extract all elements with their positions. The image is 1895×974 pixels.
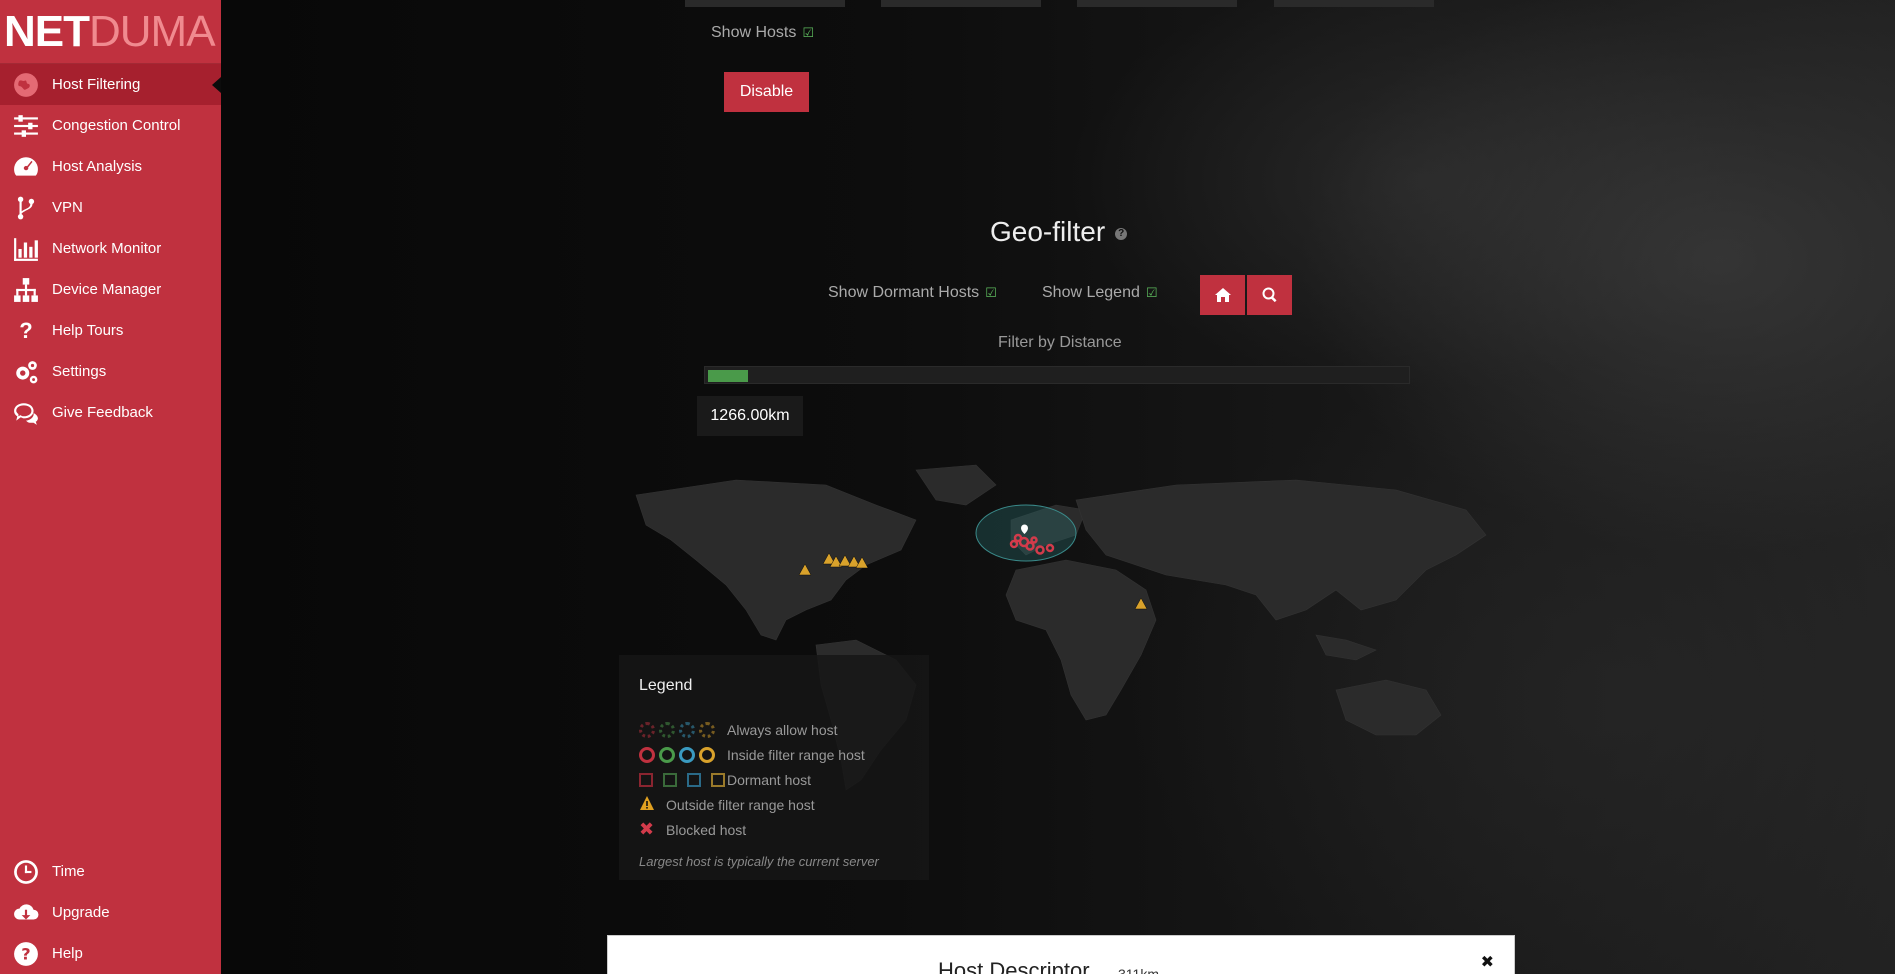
sidebar-item-congestion-control[interactable]: Congestion Control	[0, 105, 221, 146]
tab-stub	[1274, 0, 1434, 7]
legend-row: Always allow host	[639, 717, 929, 742]
show-hosts-toggle[interactable]: Show Hosts ☑	[711, 24, 814, 42]
warning-icon	[639, 795, 666, 814]
tab-stub	[1077, 0, 1237, 7]
sidebar-item-label: Host Analysis	[52, 158, 143, 175]
help-icon[interactable]: ?	[1115, 227, 1128, 240]
netduma-logo: NET DUMA	[0, 0, 221, 64]
inside-range-symbols	[639, 746, 727, 763]
close-icon[interactable]: ✖	[1481, 952, 1494, 972]
legend-row: Outside filter range host	[639, 792, 929, 817]
sidebar-nav: Host Filtering Congestion Control Host A…	[0, 64, 221, 433]
tab-stub	[881, 0, 1041, 7]
tab-stub	[685, 0, 845, 7]
show-legend-toggle[interactable]: Show Legend ☑	[1042, 284, 1158, 302]
north-america-shape	[635, 479, 917, 641]
gauge-icon	[12, 153, 40, 181]
blocked-x-icon: ✖	[639, 819, 655, 840]
sidebar-item-host-filtering[interactable]: Host Filtering	[0, 64, 221, 105]
host-descriptor-panel: Host Descriptor 311km ✖	[607, 935, 1515, 974]
distance-slider-fill[interactable]	[708, 370, 748, 382]
legend-note: Largest host is typically the current se…	[639, 854, 879, 869]
page-title: Geo-filter?	[990, 216, 1128, 248]
check-icon: ☑	[802, 26, 815, 41]
sitemap-icon	[12, 276, 40, 304]
filter-by-distance-label: Filter by Distance	[998, 334, 1122, 351]
question-circle-icon: ?	[12, 940, 40, 968]
svg-text:?: ?	[21, 944, 30, 963]
home-icon	[1214, 288, 1231, 302]
globe-icon	[12, 71, 40, 99]
sidebar-item-device-manager[interactable]: Device Manager	[0, 269, 221, 310]
sidebar: NET DUMA Host Filtering Congestion Contro…	[0, 0, 221, 974]
home-button[interactable]	[1200, 275, 1245, 315]
distance-slider[interactable]	[704, 366, 1410, 384]
sidebar-item-vpn[interactable]: VPN	[0, 187, 221, 228]
sidebar-item-label: Upgrade	[52, 904, 110, 921]
sidebar-item-give-feedback[interactable]: Give Feedback	[0, 392, 221, 433]
search-button[interactable]	[1247, 275, 1292, 315]
clock-icon	[12, 858, 40, 886]
australia-shape	[1335, 679, 1442, 736]
dormant-symbols	[639, 772, 727, 787]
sidebar-item-help[interactable]: ? Help	[0, 933, 221, 974]
comments-icon	[12, 399, 40, 427]
show-dormant-hosts-toggle[interactable]: Show Dormant Hosts ☑	[828, 284, 997, 302]
legend-row: Inside filter range host	[639, 742, 929, 767]
gears-icon	[12, 358, 40, 386]
filter-range-circle	[975, 504, 1077, 562]
sidebar-item-host-analysis[interactable]: Host Analysis	[0, 146, 221, 187]
sidebar-item-label: Network Monitor	[52, 240, 162, 257]
sidebar-item-label: Settings	[52, 363, 107, 380]
cloud-download-icon	[12, 899, 40, 927]
sidebar-item-label: VPN	[52, 199, 83, 216]
disable-button[interactable]: Disable	[724, 72, 809, 112]
indonesia-shape	[1315, 634, 1377, 661]
sidebar-item-time[interactable]: Time	[0, 851, 221, 892]
greenland-shape	[915, 464, 997, 506]
distance-value: 1266.00km	[697, 396, 803, 436]
question-icon: ?	[19, 317, 33, 343]
sidebar-item-label: Host Filtering	[52, 76, 141, 93]
sidebar-item-label: Help Tours	[52, 322, 124, 339]
bar-chart-icon	[12, 235, 40, 263]
main-content: Show Hosts ☑ Disable Geo-filter? Show Dor…	[221, 0, 1895, 974]
search-icon	[1262, 287, 1277, 303]
sidebar-item-label: Time	[52, 863, 85, 880]
legend-row: ✖ Blocked host	[639, 819, 747, 840]
sidebar-item-label: Give Feedback	[52, 404, 153, 421]
sidebar-item-upgrade[interactable]: Upgrade	[0, 892, 221, 933]
africa-shape	[1005, 559, 1157, 721]
check-icon: ☑	[985, 286, 997, 301]
sidebar-item-help-tours[interactable]: ? Help Tours	[0, 310, 221, 351]
sidebar-item-network-monitor[interactable]: Network Monitor	[0, 228, 221, 269]
always-allow-symbols	[639, 721, 727, 738]
check-icon: ☑	[1145, 286, 1158, 301]
sidebar-bottom-nav: Time Upgrade ? Help	[0, 851, 221, 974]
sidebar-item-settings[interactable]: Settings	[0, 351, 221, 392]
map-legend: Legend Always allow host Inside filter r…	[619, 655, 929, 880]
sliders-icon	[12, 112, 40, 140]
legend-row: Dormant host	[639, 767, 929, 792]
sidebar-item-label: Congestion Control	[52, 117, 181, 134]
branch-icon	[12, 194, 40, 222]
sidebar-item-label: Help	[52, 945, 83, 962]
sidebar-item-label: Device Manager	[52, 281, 162, 298]
